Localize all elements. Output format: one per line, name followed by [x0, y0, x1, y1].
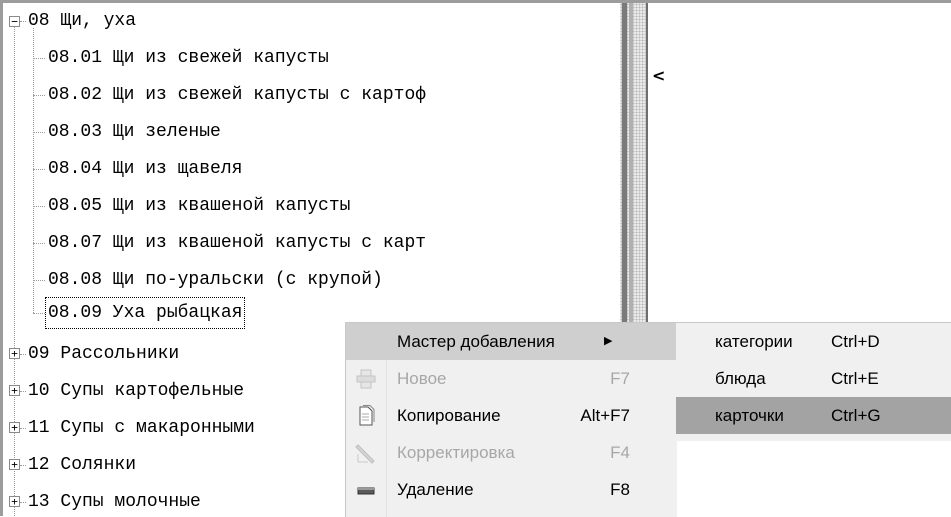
tree-connector	[33, 169, 45, 170]
submenu-item-label: блюда	[715, 369, 766, 388]
collapse-toggle-icon[interactable]: −	[9, 16, 20, 27]
tree-leaf-08-07[interactable]: 08.07 Щи из квашеной капусты с карт	[45, 225, 429, 261]
tree-connector	[33, 58, 45, 59]
tree-leaf-08-03[interactable]: 08.03 Щи зеленые	[45, 114, 224, 150]
expand-toggle-icon[interactable]: +	[9, 422, 20, 433]
tree-node-11[interactable]: 11 Супы с макаронными	[25, 410, 258, 446]
tree-node-label: 08.02 Щи из свежей капусты с картоф	[48, 85, 427, 105]
tree-connector	[33, 280, 45, 281]
tree-node-label: 08.04 Щи из щавеля	[48, 159, 243, 179]
menu-item-label: Удаление	[397, 480, 474, 499]
menu-item-shortcut: F8	[610, 480, 630, 499]
tree-node-08[interactable]: 08 Щи, уха	[25, 3, 139, 39]
submenu-item-shortcut: Ctrl+D	[831, 332, 880, 351]
splitter-grip[interactable]	[622, 3, 627, 325]
tree-node-12[interactable]: 12 Солянки	[25, 447, 139, 483]
tree-node-label: 08.05 Щи из квашеной капусты	[48, 196, 351, 216]
expand-toggle-icon[interactable]: +	[9, 496, 20, 507]
menu-item-label: Корректировка	[397, 443, 515, 462]
tree-node-10[interactable]: 10 Супы картофельные	[25, 373, 247, 409]
submenu-item-shortcut: Ctrl+E	[831, 369, 879, 388]
edit-pencil-icon	[355, 444, 375, 464]
submenu-item-dish[interactable]: блюда Ctrl+E	[676, 360, 951, 397]
tree-connector	[33, 95, 45, 96]
tree-node-label: 08 Щи, уха	[28, 11, 137, 31]
tree-connector	[14, 23, 15, 516]
tree-leaf-08-04[interactable]: 08.04 Щи из щавеля	[45, 151, 245, 187]
tree-leaf-08-09[interactable]: 08.09 Уха рыбацкая	[45, 295, 246, 331]
tree-node-label: 11 Супы с макаронными	[28, 418, 255, 438]
new-doc-icon	[356, 369, 376, 389]
tree-node-label: 08.03 Щи зеленые	[48, 122, 221, 142]
tree-node-label: 08.09 Уха рыбацкая	[45, 297, 246, 329]
tree-node-label: 08.07 Щи из квашеной капусты с карт	[48, 233, 427, 253]
menu-item-label: Копирование	[397, 406, 501, 425]
tree-leaf-08-08[interactable]: 08.08 Щи по-уральски (с крупой)	[45, 262, 386, 298]
tree-leaf-08-02[interactable]: 08.02 Щи из свежей капусты с картоф	[45, 77, 429, 113]
expand-toggle-icon[interactable]: +	[9, 348, 20, 359]
splitter-grip-shadow	[629, 3, 633, 325]
collapse-panel-icon[interactable]: <	[652, 66, 665, 85]
menu-item-label: Новое	[397, 369, 447, 388]
tree-node-label: 10 Супы картофельные	[28, 381, 245, 401]
tree-connector	[33, 313, 45, 314]
tree-node-label: 08.01 Щи из свежей капусты	[48, 48, 329, 68]
delete-icon	[357, 487, 375, 495]
submenu-item-shortcut: Ctrl+G	[831, 406, 881, 425]
tree-connector	[33, 206, 45, 207]
tree-node-09[interactable]: 09 Рассольники	[25, 336, 182, 372]
submenu-item-label: карточки	[715, 406, 784, 425]
tree-node-13[interactable]: 13 Супы молочные	[25, 484, 204, 516]
right-panel-border	[646, 3, 648, 325]
add-wizard-submenu: категории Ctrl+D блюда Ctrl+E карточки C…	[676, 322, 951, 441]
menu-item-delete[interactable]: Удаление F8	[346, 471, 677, 508]
menu-item-add-wizard[interactable]: Мастер добавления ▶	[346, 323, 677, 360]
tree-node-label: 12 Солянки	[28, 455, 137, 475]
menu-item-label: Мастер добавления	[397, 332, 555, 351]
menu-item-shortcut: F7	[610, 369, 630, 388]
submenu-item-card[interactable]: карточки Ctrl+G	[676, 397, 951, 434]
menu-item-shortcut: F4	[610, 443, 630, 462]
tree-node-label: 08.08 Щи по-уральски (с крупой)	[48, 270, 383, 290]
tree-leaf-08-01[interactable]: 08.01 Щи из свежей капусты	[45, 40, 332, 76]
menu-item-edit[interactable]: Корректировка F4	[346, 434, 677, 471]
expand-toggle-icon[interactable]: +	[9, 385, 20, 396]
submenu-arrow-icon: ▶	[604, 335, 613, 347]
tree-leaf-08-05[interactable]: 08.05 Щи из квашеной капусты	[45, 188, 353, 224]
tree-connector	[33, 28, 34, 313]
submenu-item-category[interactable]: категории Ctrl+D	[676, 323, 951, 360]
tree-node-label: 13 Супы молочные	[28, 492, 201, 512]
menu-item-shortcut: Alt+F7	[580, 406, 630, 425]
expand-toggle-icon[interactable]: +	[9, 459, 20, 470]
menu-item-copy[interactable]: Копирование Alt+F7	[346, 397, 677, 434]
tree-connector	[33, 132, 45, 133]
menu-item-new[interactable]: Новое F7	[346, 360, 677, 397]
tree-node-label: 09 Рассольники	[28, 344, 180, 364]
copy-doc-icon	[359, 405, 375, 426]
context-menu: Мастер добавления ▶ Новое F7 Копирование…	[345, 322, 677, 517]
submenu-item-label: категории	[715, 332, 793, 351]
tree-connector	[33, 243, 45, 244]
